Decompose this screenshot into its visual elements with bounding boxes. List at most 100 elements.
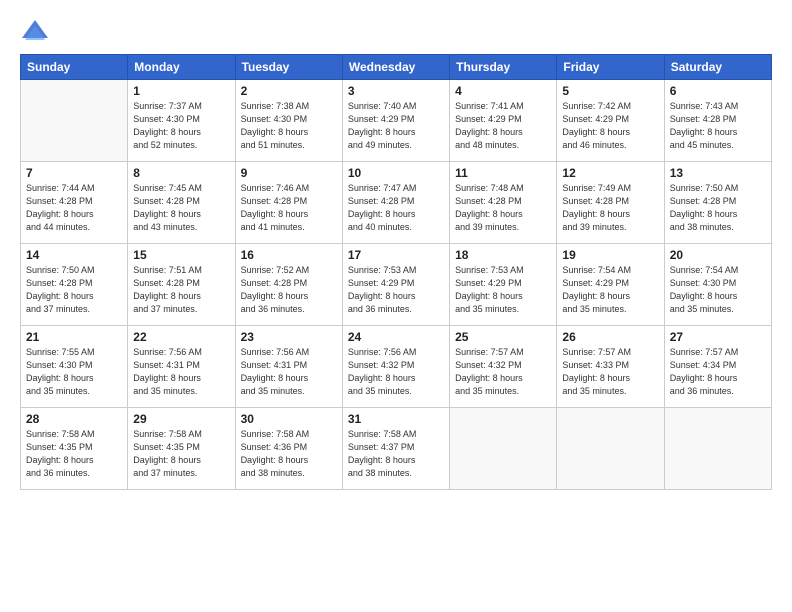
- day-number: 22: [133, 330, 229, 344]
- day-number: 16: [241, 248, 337, 262]
- day-number: 23: [241, 330, 337, 344]
- calendar-cell: 31 Sunrise: 7:58 AM Sunset: 4:37 PM Dayli…: [342, 408, 449, 490]
- calendar-cell: 25 Sunrise: 7:57 AM Sunset: 4:32 PM Dayli…: [450, 326, 557, 408]
- day-number: 19: [562, 248, 658, 262]
- calendar-cell: 11Sunrise: 7:48 AM Sunset: 4:28 PM Dayli…: [450, 162, 557, 244]
- day-info: Sunrise: 7:56 AM Sunset: 4:31 PM Dayligh…: [133, 346, 229, 398]
- day-info: Sunrise: 7:51 AM Sunset: 4:28 PM Dayligh…: [133, 264, 229, 316]
- calendar-header-row: SundayMondayTuesdayWednesdayThursdayFrid…: [21, 55, 772, 80]
- calendar-cell: 24Sunrise: 7:56 AM Sunset: 4:32 PM Dayli…: [342, 326, 449, 408]
- calendar-cell: 30 Sunrise: 7:58 AM Sunset: 4:36 PM Dayli…: [235, 408, 342, 490]
- day-number: 1: [133, 84, 229, 98]
- day-info: Sunrise: 7:56 AM Sunset: 4:32 PM Dayligh…: [348, 346, 444, 398]
- day-number: 17: [348, 248, 444, 262]
- calendar-cell: 16 Sunrise: 7:52 AM Sunset: 4:28 PM Dayli…: [235, 244, 342, 326]
- calendar-cell: 27 Sunrise: 7:57 AM Sunset: 4:34 PM Dayli…: [664, 326, 771, 408]
- day-number: 30: [241, 412, 337, 426]
- day-number: 20: [670, 248, 766, 262]
- calendar-cell: 28Sunrise: 7:58 AM Sunset: 4:35 PM Dayli…: [21, 408, 128, 490]
- day-number: 21: [26, 330, 122, 344]
- day-info: Sunrise: 7:56 AM Sunset: 4:31 PM Dayligh…: [241, 346, 337, 398]
- day-number: 13: [670, 166, 766, 180]
- day-info: Sunrise: 7:57 AM Sunset: 4:32 PM Dayligh…: [455, 346, 551, 398]
- day-number: 2: [241, 84, 337, 98]
- day-info: Sunrise: 7:48 AM Sunset: 4:28 PM Dayligh…: [455, 182, 551, 234]
- day-number: 5: [562, 84, 658, 98]
- day-info: Sunrise: 7:58 AM Sunset: 4:37 PM Dayligh…: [348, 428, 444, 480]
- day-info: Sunrise: 7:41 AM Sunset: 4:29 PM Dayligh…: [455, 100, 551, 152]
- weekday-header: Thursday: [450, 55, 557, 80]
- calendar-week-row: 14Sunrise: 7:50 AM Sunset: 4:28 PM Dayli…: [21, 244, 772, 326]
- day-number: 6: [670, 84, 766, 98]
- day-info: Sunrise: 7:57 AM Sunset: 4:34 PM Dayligh…: [670, 346, 766, 398]
- day-info: Sunrise: 7:50 AM Sunset: 4:28 PM Dayligh…: [670, 182, 766, 234]
- calendar-week-row: 28Sunrise: 7:58 AM Sunset: 4:35 PM Dayli…: [21, 408, 772, 490]
- calendar-cell: 13 Sunrise: 7:50 AM Sunset: 4:28 PM Dayli…: [664, 162, 771, 244]
- calendar-cell: 6 Sunrise: 7:43 AM Sunset: 4:28 PM Daylig…: [664, 80, 771, 162]
- calendar-cell: 12Sunrise: 7:49 AM Sunset: 4:28 PM Dayli…: [557, 162, 664, 244]
- calendar-cell: [21, 80, 128, 162]
- calendar-cell: 22 Sunrise: 7:56 AM Sunset: 4:31 PM Dayli…: [128, 326, 235, 408]
- calendar-cell: 20 Sunrise: 7:54 AM Sunset: 4:30 PM Dayli…: [664, 244, 771, 326]
- calendar-cell: 29 Sunrise: 7:58 AM Sunset: 4:35 PM Dayli…: [128, 408, 235, 490]
- day-number: 4: [455, 84, 551, 98]
- day-number: 25: [455, 330, 551, 344]
- day-number: 26: [562, 330, 658, 344]
- calendar-week-row: 21 Sunrise: 7:55 AM Sunset: 4:30 PM Dayli…: [21, 326, 772, 408]
- day-info: Sunrise: 7:58 AM Sunset: 4:36 PM Dayligh…: [241, 428, 337, 480]
- calendar-week-row: 1 Sunrise: 7:37 AM Sunset: 4:30 PM Daylig…: [21, 80, 772, 162]
- calendar-cell: 18Sunrise: 7:53 AM Sunset: 4:29 PM Dayli…: [450, 244, 557, 326]
- calendar-cell: 15 Sunrise: 7:51 AM Sunset: 4:28 PM Dayli…: [128, 244, 235, 326]
- page-container: SundayMondayTuesdayWednesdayThursdayFrid…: [0, 0, 792, 500]
- calendar-cell: 23 Sunrise: 7:56 AM Sunset: 4:31 PM Dayli…: [235, 326, 342, 408]
- day-info: Sunrise: 7:54 AM Sunset: 4:30 PM Dayligh…: [670, 264, 766, 316]
- day-number: 8: [133, 166, 229, 180]
- logo: [20, 18, 54, 46]
- day-info: Sunrise: 7:37 AM Sunset: 4:30 PM Dayligh…: [133, 100, 229, 152]
- day-info: Sunrise: 7:46 AM Sunset: 4:28 PM Dayligh…: [241, 182, 337, 234]
- day-info: Sunrise: 7:47 AM Sunset: 4:28 PM Dayligh…: [348, 182, 444, 234]
- weekday-header: Monday: [128, 55, 235, 80]
- calendar-cell: 2Sunrise: 7:38 AM Sunset: 4:30 PM Daylig…: [235, 80, 342, 162]
- day-info: Sunrise: 7:55 AM Sunset: 4:30 PM Dayligh…: [26, 346, 122, 398]
- day-info: Sunrise: 7:57 AM Sunset: 4:33 PM Dayligh…: [562, 346, 658, 398]
- calendar-cell: [557, 408, 664, 490]
- day-number: 29: [133, 412, 229, 426]
- calendar-cell: 9 Sunrise: 7:46 AM Sunset: 4:28 PM Daylig…: [235, 162, 342, 244]
- day-info: Sunrise: 7:43 AM Sunset: 4:28 PM Dayligh…: [670, 100, 766, 152]
- day-info: Sunrise: 7:42 AM Sunset: 4:29 PM Dayligh…: [562, 100, 658, 152]
- day-number: 31: [348, 412, 444, 426]
- calendar-cell: [450, 408, 557, 490]
- calendar-cell: 5 Sunrise: 7:42 AM Sunset: 4:29 PM Daylig…: [557, 80, 664, 162]
- calendar-cell: 14Sunrise: 7:50 AM Sunset: 4:28 PM Dayli…: [21, 244, 128, 326]
- day-info: Sunrise: 7:44 AM Sunset: 4:28 PM Dayligh…: [26, 182, 122, 234]
- day-info: Sunrise: 7:52 AM Sunset: 4:28 PM Dayligh…: [241, 264, 337, 316]
- calendar-table: SundayMondayTuesdayWednesdayThursdayFrid…: [20, 54, 772, 490]
- logo-icon: [20, 18, 50, 46]
- calendar-cell: 7 Sunrise: 7:44 AM Sunset: 4:28 PM Daylig…: [21, 162, 128, 244]
- weekday-header: Tuesday: [235, 55, 342, 80]
- calendar-cell: 8Sunrise: 7:45 AM Sunset: 4:28 PM Daylig…: [128, 162, 235, 244]
- day-info: Sunrise: 7:53 AM Sunset: 4:29 PM Dayligh…: [455, 264, 551, 316]
- calendar-cell: 19 Sunrise: 7:54 AM Sunset: 4:29 PM Dayli…: [557, 244, 664, 326]
- calendar-cell: 26 Sunrise: 7:57 AM Sunset: 4:33 PM Dayli…: [557, 326, 664, 408]
- day-number: 10: [348, 166, 444, 180]
- day-number: 14: [26, 248, 122, 262]
- calendar-cell: 3Sunrise: 7:40 AM Sunset: 4:29 PM Daylig…: [342, 80, 449, 162]
- day-number: 27: [670, 330, 766, 344]
- header: [20, 18, 772, 46]
- day-number: 15: [133, 248, 229, 262]
- day-number: 3: [348, 84, 444, 98]
- calendar-cell: 4 Sunrise: 7:41 AM Sunset: 4:29 PM Daylig…: [450, 80, 557, 162]
- weekday-header: Sunday: [21, 55, 128, 80]
- day-info: Sunrise: 7:58 AM Sunset: 4:35 PM Dayligh…: [133, 428, 229, 480]
- day-info: Sunrise: 7:58 AM Sunset: 4:35 PM Dayligh…: [26, 428, 122, 480]
- day-info: Sunrise: 7:54 AM Sunset: 4:29 PM Dayligh…: [562, 264, 658, 316]
- day-number: 7: [26, 166, 122, 180]
- calendar-cell: 21 Sunrise: 7:55 AM Sunset: 4:30 PM Dayli…: [21, 326, 128, 408]
- calendar-cell: [664, 408, 771, 490]
- calendar-week-row: 7 Sunrise: 7:44 AM Sunset: 4:28 PM Daylig…: [21, 162, 772, 244]
- day-number: 9: [241, 166, 337, 180]
- calendar-cell: 17 Sunrise: 7:53 AM Sunset: 4:29 PM Dayli…: [342, 244, 449, 326]
- day-info: Sunrise: 7:53 AM Sunset: 4:29 PM Dayligh…: [348, 264, 444, 316]
